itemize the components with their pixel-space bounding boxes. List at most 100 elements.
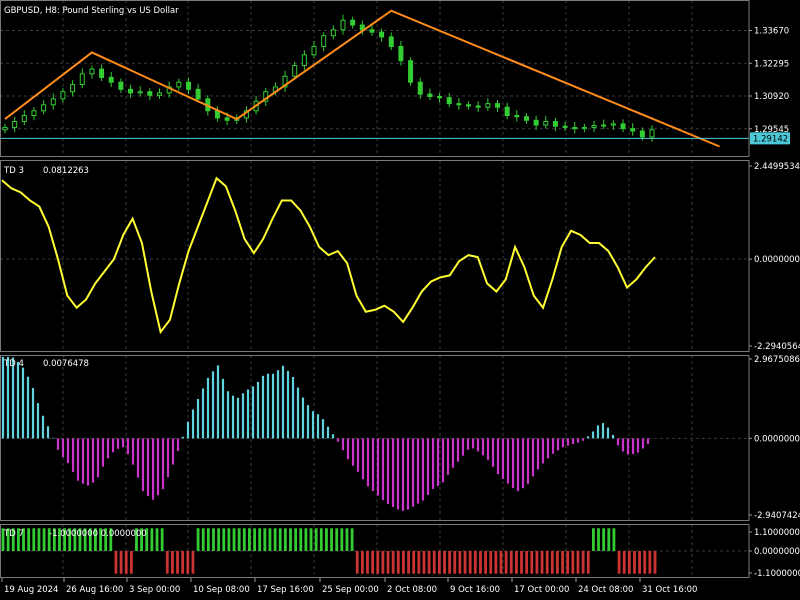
y-tick-label: 0.0000000 bbox=[754, 434, 800, 444]
candle-body bbox=[176, 81, 182, 88]
current-price-label: 1.29142 bbox=[753, 134, 788, 144]
y-tick-label: 0.0000000 bbox=[754, 255, 800, 265]
candle-body bbox=[292, 65, 298, 77]
candle-body bbox=[79, 73, 85, 86]
panel-frame bbox=[0, 160, 750, 352]
candle-body bbox=[89, 68, 95, 75]
candle-body bbox=[321, 35, 327, 47]
candle-body bbox=[195, 88, 201, 100]
x-tick-label: 31 Oct 16:00 bbox=[642, 585, 697, 595]
td7-label: TD 7 bbox=[3, 529, 24, 539]
candle-body bbox=[562, 125, 568, 128]
candle-body bbox=[485, 103, 491, 108]
chart-grid bbox=[0, 0, 749, 578]
panel-borders bbox=[0, 0, 750, 578]
candle-body bbox=[504, 106, 510, 117]
td4-value: 0.0076478 bbox=[43, 359, 89, 369]
candle-body bbox=[41, 104, 47, 112]
candle-body bbox=[137, 91, 143, 94]
candle-body bbox=[543, 120, 549, 126]
candle-body bbox=[340, 19, 346, 31]
candle-body bbox=[581, 126, 587, 130]
y-tick-label: 1.1000000 bbox=[754, 528, 800, 538]
candle-body bbox=[437, 95, 443, 99]
x-tick-label: 24 Oct 08:00 bbox=[578, 585, 633, 595]
candle-body bbox=[301, 54, 307, 67]
y-tick-label: 0.0000000 bbox=[754, 547, 800, 557]
y-tick-label: 1.30920 bbox=[754, 92, 789, 102]
candle-body bbox=[427, 93, 433, 97]
td3-label: TD 3 bbox=[3, 166, 24, 176]
y-tick-label: 2.4499534 bbox=[754, 162, 800, 172]
candle-body bbox=[118, 81, 124, 90]
chart-title: GBPUSD, H8: Pound Sterling vs US Dollar bbox=[4, 6, 179, 16]
candle-body bbox=[369, 29, 375, 33]
x-tick-label: 26 Aug 16:00 bbox=[66, 585, 123, 595]
y-tick-label: -2.9407424 bbox=[754, 511, 800, 521]
candle-body bbox=[630, 128, 636, 132]
candle-body bbox=[350, 19, 356, 26]
candle-body bbox=[12, 120, 18, 128]
td4-panel[interactable]: TD 4 0.0076478 bbox=[1, 356, 650, 511]
y-tick-label: 1.33670 bbox=[754, 27, 789, 37]
x-tick-label: 10 Sep 08:00 bbox=[193, 585, 250, 595]
candle-body bbox=[533, 119, 539, 126]
y-tick-label: -1.1000000 bbox=[754, 569, 800, 579]
y-tick-label: 1.32295 bbox=[754, 59, 789, 69]
y-tick-label: 2.9675086 bbox=[754, 355, 800, 365]
td3-value: 0.0812263 bbox=[43, 166, 89, 176]
candle-body bbox=[610, 123, 616, 126]
x-tick-label: 25 Sep 00:00 bbox=[322, 585, 379, 595]
candle-body bbox=[224, 117, 230, 121]
chart-canvas: GBPUSD, H8: Pound Sterling vs US Dollar … bbox=[0, 0, 800, 595]
td3-panel[interactable]: TD 3 0.0812263 bbox=[1, 166, 656, 335]
candle-body bbox=[379, 31, 385, 38]
candle-body bbox=[398, 45, 404, 62]
x-tick-label: 17 Sep 16:00 bbox=[257, 585, 314, 595]
candle-body bbox=[157, 92, 163, 96]
x-tick-label: 3 Sep 00:00 bbox=[129, 585, 180, 595]
candle-body bbox=[185, 81, 191, 90]
candle-body bbox=[523, 116, 529, 121]
price-panel[interactable]: GBPUSD, H8: Pound Sterling vs US Dollar bbox=[0, 6, 749, 148]
candle-body bbox=[417, 81, 423, 95]
td4-histogram bbox=[1, 356, 650, 511]
candle-body bbox=[31, 110, 37, 117]
x-tick-label: 2 Oct 08:00 bbox=[387, 585, 437, 595]
candle-body bbox=[388, 36, 394, 47]
td7-panel[interactable]: TD 7 -1.0000000 0.0000000 bbox=[1, 528, 657, 574]
candle-body bbox=[494, 103, 500, 108]
candle-body bbox=[128, 88, 134, 94]
candle-body bbox=[466, 104, 472, 107]
candle-body bbox=[446, 97, 452, 105]
candle-body bbox=[330, 29, 336, 37]
x-tick-label: 17 Oct 00:00 bbox=[514, 585, 569, 595]
td4-label: TD 4 bbox=[3, 359, 24, 369]
candle-body bbox=[639, 130, 645, 138]
candle-body bbox=[21, 115, 27, 122]
candle-body bbox=[572, 126, 578, 130]
candle-body bbox=[99, 68, 105, 78]
y-tick-label: -2.2940564 bbox=[754, 342, 800, 352]
x-tick-label: 19 Aug 2024 bbox=[4, 585, 58, 595]
td3-series-line bbox=[1, 176, 656, 335]
x-axis-labels: 19 Aug 2024 26 Aug 16:00 3 Sep 00:00 10 Sep… bbox=[1, 578, 697, 595]
candle-body bbox=[108, 76, 114, 83]
candle-body bbox=[311, 45, 317, 56]
candle-body bbox=[601, 124, 607, 127]
y-axis-labels: 1.336701.322951.309201.295451.291422.449… bbox=[749, 27, 800, 579]
candle-body bbox=[50, 98, 56, 106]
x-tick-label: 9 Oct 16:00 bbox=[450, 585, 500, 595]
candle-body bbox=[514, 115, 520, 118]
candle-body bbox=[620, 123, 626, 130]
candle-body bbox=[147, 91, 153, 96]
td7-value: -1.0000000 0.0000000 bbox=[49, 529, 147, 539]
candle-body bbox=[591, 125, 597, 128]
candle-body bbox=[552, 120, 558, 127]
candle-body bbox=[2, 126, 8, 131]
candle-body bbox=[70, 84, 76, 93]
candle-body bbox=[60, 91, 66, 100]
candle-body bbox=[475, 105, 481, 108]
candle-body bbox=[408, 60, 414, 83]
candle-body bbox=[456, 103, 462, 106]
